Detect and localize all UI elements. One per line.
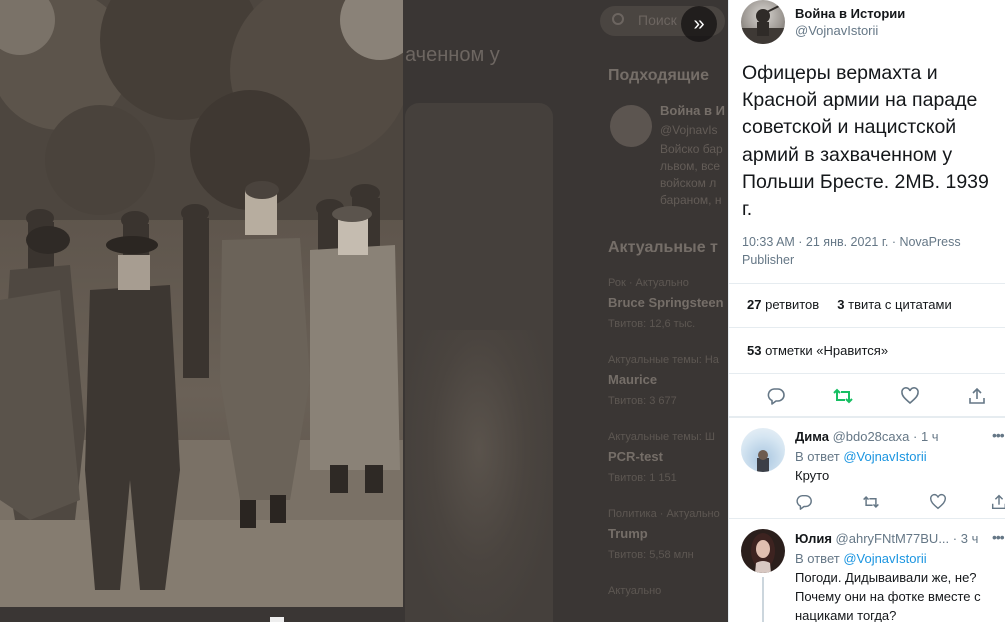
trend-context: Актуально [608, 585, 662, 597]
recommended-name: Война в И [660, 103, 725, 118]
tweet-meta: 10:33 AM · 21 янв. 2021 г. · NovaPress P… [742, 233, 997, 269]
likes-stats[interactable]: 53 отметки «Нравится» [747, 343, 888, 358]
retweet-button[interactable] [831, 384, 855, 408]
search-placeholder: Поиск [638, 12, 677, 28]
bio-line: Войско бар [660, 142, 723, 156]
more-icon[interactable]: ••• [992, 529, 1005, 545]
more-icon[interactable]: ••• [992, 427, 1005, 443]
trend-count: Твитов: 12,6 тыс. [608, 318, 696, 330]
share-button[interactable] [965, 384, 989, 408]
avatar[interactable] [741, 529, 785, 573]
recommended-handle: @VojnavIs [660, 123, 718, 137]
bio-line: войском л [660, 176, 717, 190]
trend-context: Актуальные темы: На [608, 354, 719, 366]
reply-to-prefix: В ответ [795, 551, 844, 566]
recommended-account: Война в И @VojnavIs Войско бар львом, вс… [590, 93, 728, 213]
reply-text: Круто [795, 468, 830, 483]
trend-count: Твитов: 3 677 [608, 395, 677, 407]
bio-line: львом, все [660, 159, 720, 173]
retweets-count: 27 [747, 297, 762, 312]
avatar-image [741, 5, 785, 44]
retweet-stats[interactable]: 27 ретвитов 3 твита с цитатами [747, 297, 952, 312]
trend-item: Актуальные темы: На Maurice Твитов: 3 67… [608, 354, 728, 411]
trend-name: PCR-test [608, 449, 663, 464]
divider [729, 283, 1005, 284]
likes-label: отметки «Нравится» [765, 343, 889, 358]
trend-count: Твитов: 5,58 млн [608, 549, 694, 561]
search-icon [612, 13, 624, 25]
dimmed-tweet-text-fragment: аченном у [405, 44, 500, 66]
retweets-label: ретвитов [765, 297, 820, 312]
bio-line: бараном, н [660, 193, 722, 207]
trend-context: Рок · Актуально [608, 277, 689, 289]
trend-item: Актуальные темы: Ш PCR-test Твитов: 1 15… [608, 431, 728, 488]
reply-author-name[interactable]: Юлия [795, 531, 832, 546]
trend-context: Политика · Актуально [608, 508, 720, 520]
tweet-text: Офицеры вермахта и Красной армии на пара… [742, 62, 989, 221]
trend-item: Политика · Актуально Trump Твитов: 5,58 … [608, 508, 728, 565]
tweet-timestamp[interactable]: 10:33 AM · 21 янв. 2021 г. · [742, 235, 899, 249]
thread-line [762, 577, 764, 622]
double-chevron-right-icon: » [693, 12, 705, 35]
divider [729, 373, 1005, 374]
author-avatar[interactable] [741, 0, 785, 44]
retweet-icon[interactable] [862, 493, 880, 511]
reply-actions [795, 493, 1005, 513]
reply-button[interactable] [764, 384, 788, 408]
quotes-label: твита с цитатами [848, 297, 952, 312]
photo-illustration [0, 0, 403, 607]
avatar [610, 105, 652, 147]
likes-count: 53 [747, 343, 762, 358]
trend-context: Актуальные темы: Ш [608, 431, 715, 443]
trend-name: Trump [608, 526, 648, 541]
trend-name: Maurice [608, 372, 658, 387]
reply-author-name[interactable]: Дима [795, 429, 829, 444]
reply-icon[interactable] [795, 493, 813, 511]
share-icon[interactable] [990, 493, 1005, 511]
collapse-panel-button[interactable]: » [681, 6, 717, 42]
heart-icon[interactable] [929, 493, 947, 511]
reply-time[interactable]: · 1 ч [913, 429, 939, 444]
share-icon [969, 387, 985, 404]
tweet-actions [729, 378, 1005, 414]
reply-to-prefix: В ответ [795, 449, 844, 464]
reply-item[interactable]: Дима @bdo28caxa · 1 ч ••• В ответ @Vojna… [729, 418, 1005, 518]
trend-count: Твитов: 1 151 [608, 472, 677, 484]
trend-name: Bruce Springsteen [608, 295, 724, 310]
dimmed-sidebar: Подходящие Война в И @VojnavIs Войско ба… [590, 55, 728, 622]
avatar-image [751, 533, 775, 573]
recommended-title: Подходящие [608, 67, 710, 84]
dimmed-media-photo [405, 330, 553, 622]
media-photo[interactable] [0, 0, 403, 607]
photo-bottom-strip [0, 607, 403, 622]
dimmed-fragment [270, 617, 284, 622]
reply-text: Погоди. Дидываивали же, не? Почему они н… [795, 570, 981, 622]
reply-to: В ответ @VojnavIstorii [795, 551, 927, 566]
media-viewer-backdrop[interactable]: Поиск аченном у Подходящие Война в И @Vo… [0, 0, 728, 622]
tweet-detail-panel: Война в Истории @VojnavIstorii Офицеры в… [728, 0, 1005, 622]
recommended-bio: Войско бар львом, все войском л бараном,… [660, 141, 728, 209]
reply-header: Дима @bdo28caxa · 1 ч [795, 429, 939, 444]
author-name[interactable]: Война в Истории [795, 6, 905, 21]
like-button[interactable] [898, 384, 922, 408]
trends-title: Актуальные т [608, 239, 718, 256]
trend-item: Рок · Актуально Bruce Springsteen Твитов… [608, 277, 728, 334]
heart-icon [901, 387, 919, 405]
reply-icon [767, 388, 785, 405]
author-handle[interactable]: @VojnavIstorii [795, 23, 878, 38]
reply-author-handle[interactable]: @bdo28caxa [833, 429, 910, 444]
reply-to: В ответ @VojnavIstorii [795, 449, 927, 464]
reply-to-link[interactable]: @VojnavIstorii [843, 449, 926, 464]
avatar-image [757, 450, 769, 472]
reply-to-link[interactable]: @VojnavIstorii [843, 551, 926, 566]
quotes-count: 3 [837, 297, 845, 312]
reply-time[interactable]: · 3 ч [953, 531, 979, 546]
reply-author-handle[interactable]: @ahryFNtM77BU... [836, 531, 950, 546]
retweet-icon [833, 388, 853, 404]
trend-item: Актуально [608, 585, 728, 622]
reply-header: Юлия @ahryFNtM77BU... · 3 ч [795, 531, 978, 546]
avatar[interactable] [741, 428, 785, 472]
divider [729, 327, 1005, 328]
reply-item[interactable]: Юлия @ahryFNtM77BU... · 3 ч ••• В ответ … [729, 519, 1005, 622]
